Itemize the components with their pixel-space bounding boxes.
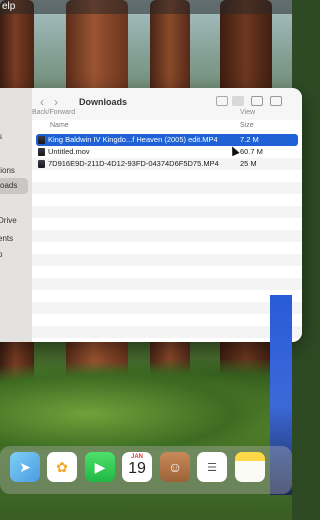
column-view-icon[interactable] (251, 96, 263, 106)
notes-icon[interactable] (235, 452, 265, 482)
sidebar-item-desktop[interactable]: p (0, 250, 2, 259)
sidebar-item-downloads[interactable]: oads (0, 178, 28, 194)
photos-flower-icon: ✿ (56, 458, 68, 475)
list-background (32, 170, 302, 342)
view-caption: View (240, 109, 256, 116)
contacts-icon[interactable]: ☺ (160, 452, 190, 482)
column-header: Name Size (32, 122, 302, 134)
icon-view-icon[interactable] (216, 96, 228, 106)
contacts-person-icon: ☺ (167, 459, 183, 475)
ferns (0, 360, 292, 450)
file-name: Untitled.mov (48, 147, 90, 156)
finder-sidebar: s tions oads Drive ents p (0, 88, 32, 342)
reminders-list-icon: ☰ (207, 461, 217, 474)
sidebar-item-documents[interactable]: ents (0, 234, 13, 243)
file-row[interactable]: 7D916E9D-211D-4D12-93FD-04374D6F5D75.MP4… (32, 158, 302, 170)
maps-arrow-icon: ➤ (19, 458, 31, 475)
file-name: 7D916E9D-211D-4D12-93FD-04374D6F5D75.MP4 (48, 159, 219, 168)
facetime-camera-icon: ▶ (94, 458, 106, 475)
menu-bar: elp (0, 0, 292, 14)
video-file-icon (38, 148, 45, 156)
window-title: Downloads (79, 97, 128, 107)
maps-icon[interactable]: ➤ (10, 452, 40, 482)
name-column-header[interactable]: Name (50, 122, 69, 129)
menu-help[interactable]: elp (2, 1, 15, 12)
video-file-icon (38, 136, 45, 144)
gallery-view-icon[interactable] (270, 96, 282, 106)
file-row[interactable]: King Baldwin IV Kingdo...f Heaven (2005)… (36, 134, 298, 146)
facetime-icon[interactable]: ▶ (85, 452, 115, 482)
file-size: 60.7 M (240, 147, 263, 156)
nav-caption: Back/Forward (32, 109, 76, 116)
forward-button[interactable]: › (54, 95, 58, 109)
calendar-icon[interactable]: JAN 19 (122, 452, 152, 482)
list-view-icon[interactable] (232, 96, 244, 106)
photos-icon[interactable]: ✿ (47, 452, 77, 482)
file-name: King Baldwin IV Kingdo...f Heaven (2005)… (48, 135, 218, 144)
file-size: 25 M (240, 159, 257, 168)
reminders-icon[interactable]: ☰ (197, 452, 227, 482)
file-row[interactable]: Untitled.mov 60.7 M (32, 146, 302, 158)
dock: ➤ ✿ ▶ JAN 19 ☺ ☰ (0, 446, 292, 494)
back-button[interactable]: ‹ (40, 95, 44, 109)
sidebar-item[interactable]: s (0, 132, 2, 141)
sidebar-item-icloud-drive[interactable]: Drive (0, 216, 17, 225)
calendar-day: 19 (128, 460, 146, 477)
sidebar-item-label: oads (0, 181, 18, 190)
finder-content: ‹ › Back/Forward Downloads View Name Siz… (32, 88, 302, 342)
file-size: 7.2 M (240, 135, 259, 144)
finder-toolbar: ‹ › Back/Forward Downloads View (32, 88, 302, 120)
file-list: King Baldwin IV Kingdo...f Heaven (2005)… (32, 134, 302, 170)
size-column-header[interactable]: Size (240, 122, 254, 129)
finder-window: s tions oads Drive ents p ‹ › Back/Forwa… (0, 88, 302, 342)
video-file-icon (38, 160, 45, 168)
sidebar-item[interactable]: tions (0, 166, 15, 175)
